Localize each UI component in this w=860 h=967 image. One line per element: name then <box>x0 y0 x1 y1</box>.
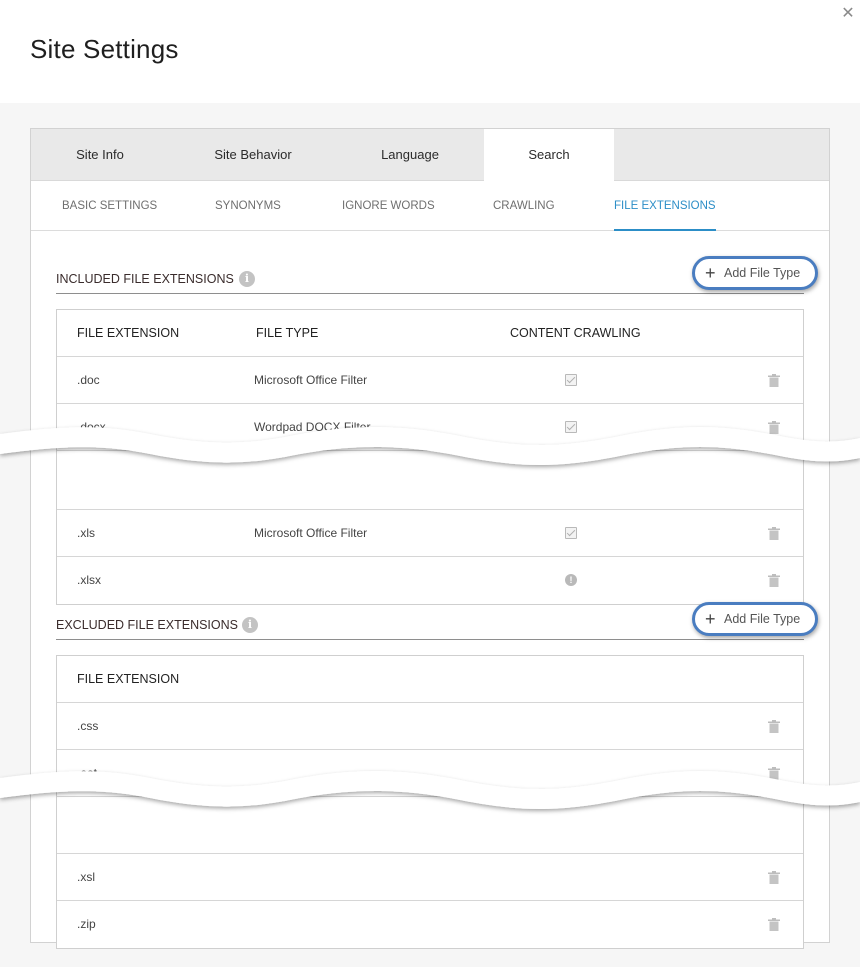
tab-search[interactable]: Search <box>484 129 614 182</box>
trash-icon[interactable] <box>768 374 780 387</box>
file-extension-cell: .zip <box>77 917 96 931</box>
file-type-cell: Microsoft Office Filter <box>254 526 368 540</box>
checkbox-checked-icon[interactable] <box>565 374 577 386</box>
subtab-file-extensions[interactable]: FILE EXTENSIONS <box>614 181 716 231</box>
included-table: FILE EXTENSION FILE TYPE CONTENT CRAWLIN… <box>56 309 804 605</box>
subtab-ignore-words[interactable]: IGNORE WORDS <box>342 181 435 231</box>
column-header: CONTENT CRAWLING <box>510 326 641 340</box>
file-extension-cell: .xlsx <box>77 573 101 587</box>
plus-icon: + <box>705 609 716 629</box>
trash-icon[interactable] <box>768 527 780 540</box>
subtab-synonyms[interactable]: SYNONYMS <box>215 181 281 231</box>
excluded-table: FILE EXTENSION .css .eot .xsl .zip <box>56 655 804 949</box>
subtab-basic-settings[interactable]: BASIC SETTINGS <box>62 181 157 231</box>
main-tab-bar: Site Info Site Behavior Language Search <box>31 129 829 182</box>
dialog-title: Site Settings <box>30 34 179 64</box>
included-section-header: INCLUDED FILE EXTENSIONS i + Add File Ty… <box>56 256 818 294</box>
info-icon[interactable]: i <box>239 271 255 287</box>
file-type-cell: Wordpad DOCX Filter <box>254 420 371 434</box>
tab-site-info[interactable]: Site Info <box>31 129 169 181</box>
file-extension-cell: .css <box>77 719 99 733</box>
trash-icon[interactable] <box>768 720 780 733</box>
trash-icon[interactable] <box>768 871 780 884</box>
table-row: .doc Microsoft Office Filter <box>57 357 803 404</box>
included-section-title: INCLUDED FILE EXTENSIONS <box>56 272 234 286</box>
column-header: FILE EXTENSION <box>77 326 180 340</box>
add-included-file-type-button[interactable]: + Add File Type <box>692 256 818 290</box>
info-icon[interactable]: i <box>242 617 258 633</box>
table-row-gap <box>57 797 803 854</box>
excluded-section-header: EXCLUDED FILE EXTENSIONS i + Add File Ty… <box>56 602 818 640</box>
table-row: .xlsx ! <box>57 557 803 604</box>
tab-site-behavior[interactable]: Site Behavior <box>179 129 327 181</box>
add-file-type-label: Add File Type <box>724 266 801 280</box>
table-row: .xls Microsoft Office Filter <box>57 510 803 557</box>
file-extension-cell: .doc <box>77 373 100 387</box>
subtab-crawling[interactable]: CRAWLING <box>493 181 555 231</box>
trash-icon[interactable] <box>768 574 780 587</box>
file-extension-cell: .xls <box>77 526 95 540</box>
table-row-gap <box>57 451 803 510</box>
column-header: FILE TYPE <box>256 326 319 340</box>
table-row: .css <box>57 703 803 750</box>
trash-icon[interactable] <box>768 421 780 434</box>
checkbox-checked-icon[interactable] <box>565 527 577 539</box>
file-extension-cell: .xsl <box>77 870 95 884</box>
table-row: .zip <box>57 901 803 948</box>
close-icon[interactable]: ✕ <box>840 6 856 22</box>
column-header: FILE EXTENSION <box>77 672 180 686</box>
table-row: .eot <box>57 750 803 797</box>
table-row: .xsl <box>57 854 803 901</box>
tab-language[interactable]: Language <box>341 129 479 181</box>
file-extension-cell: .docx <box>77 420 106 434</box>
add-file-type-label: Add File Type <box>724 612 801 626</box>
excluded-section-title: EXCLUDED FILE EXTENSIONS <box>56 618 238 632</box>
plus-icon: + <box>705 263 716 283</box>
settings-panel: Site Info Site Behavior Language Search … <box>30 128 830 949</box>
file-type-cell: Microsoft Office Filter <box>254 373 368 387</box>
table-row: .docx Wordpad DOCX Filter <box>57 404 803 451</box>
alert-circle-icon: ! <box>565 574 577 586</box>
sub-tab-bar: BASIC SETTINGS SYNONYMS IGNORE WORDS CRA… <box>31 181 829 231</box>
trash-icon[interactable] <box>768 918 780 931</box>
add-excluded-file-type-button[interactable]: + Add File Type <box>692 602 818 636</box>
table-header: FILE EXTENSION <box>57 656 803 703</box>
trash-icon[interactable] <box>768 767 780 780</box>
table-header: FILE EXTENSION FILE TYPE CONTENT CRAWLIN… <box>57 310 803 357</box>
file-extension-cell: .eot <box>77 766 98 780</box>
checkbox-checked-icon[interactable] <box>565 421 577 433</box>
